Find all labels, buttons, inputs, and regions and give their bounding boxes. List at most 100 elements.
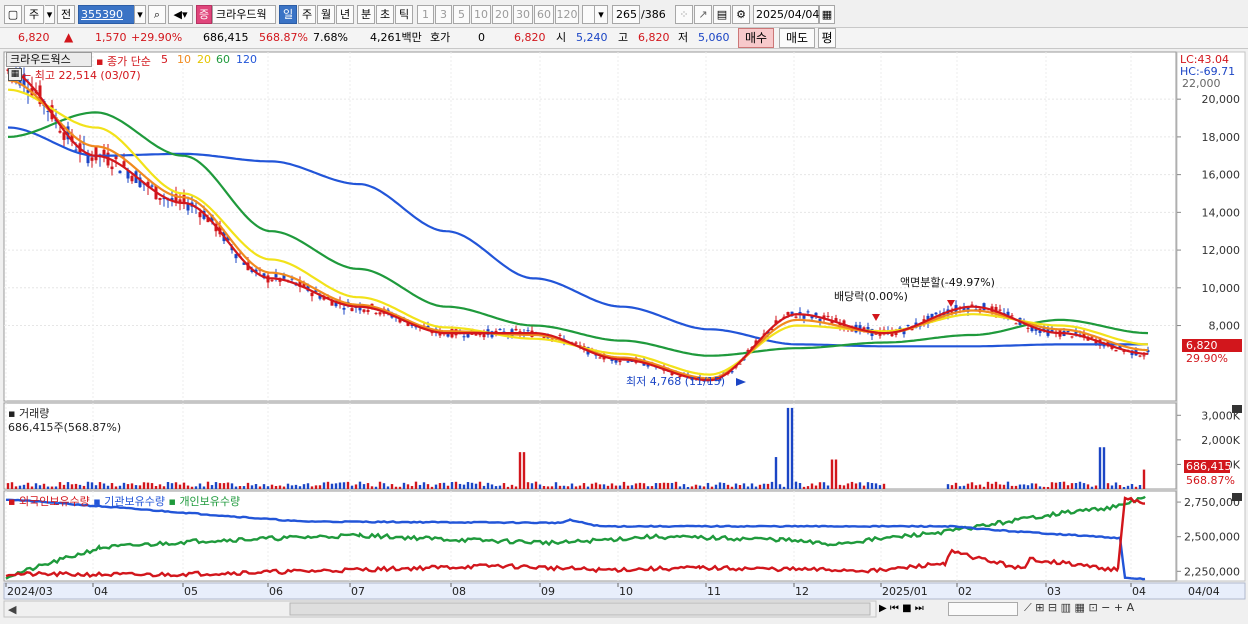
volume-bar xyxy=(54,486,58,489)
candle-body xyxy=(462,336,466,338)
market-select[interactable]: 주 xyxy=(24,5,44,24)
volume-bar xyxy=(242,486,246,489)
zoom-slider[interactable] xyxy=(948,602,1018,616)
scrollbar-thumb[interactable] xyxy=(289,602,871,616)
volume-bar xyxy=(398,486,402,489)
legend-institution-text: 기관보유수량 xyxy=(104,495,165,508)
volume-bar xyxy=(418,484,422,489)
range-5[interactable]: 5 xyxy=(453,5,470,24)
candle-body xyxy=(1010,315,1014,317)
volume-bar xyxy=(158,484,162,489)
ruler-icon[interactable]: ⊞ xyxy=(1035,601,1044,614)
volume-bar xyxy=(1018,484,1022,489)
legend-institution[interactable]: ▪ 기관보유수량 xyxy=(93,495,165,508)
period-year[interactable]: 년 xyxy=(336,5,354,24)
rewind-icon[interactable]: ⏮ xyxy=(890,603,899,614)
layout-icon[interactable]: ▥ xyxy=(1061,601,1071,614)
legend-individual[interactable]: ▪ 개인보유수량 xyxy=(168,495,240,508)
holdings-y-tick: 2,500,000 xyxy=(1184,531,1240,544)
play-icon[interactable]: ▶ xyxy=(879,603,887,614)
candle-body xyxy=(58,130,62,133)
code-dropdown-icon[interactable]: ▾ xyxy=(134,5,146,24)
range-30[interactable]: 30 xyxy=(513,5,533,24)
auto-scale-icon[interactable]: A xyxy=(1127,601,1135,614)
balance-button[interactable]: 평 xyxy=(818,28,836,48)
range-60[interactable]: 60 xyxy=(534,5,554,24)
ma-5-label[interactable]: 5 xyxy=(161,53,168,66)
period-minute[interactable]: 분 xyxy=(357,5,375,24)
scroll-left-icon[interactable]: ◀ xyxy=(8,603,17,616)
period-day[interactable]: 일 xyxy=(279,5,297,24)
holdings-collapse-icon[interactable] xyxy=(1232,493,1242,501)
market-dropdown-icon[interactable]: ▾ xyxy=(45,5,55,24)
range-3[interactable]: 3 xyxy=(435,5,452,24)
volume-bar xyxy=(526,482,530,489)
save-icon[interactable]: ▤ xyxy=(713,5,731,24)
stop-icon[interactable]: ■ xyxy=(902,603,911,614)
candle-body xyxy=(826,315,830,317)
volume-bar xyxy=(330,483,334,489)
high-label: 고 xyxy=(618,31,629,44)
volume-collapse-icon[interactable] xyxy=(1232,405,1242,413)
draw-tool-icon[interactable]: ↗ xyxy=(694,5,712,24)
volume-bar xyxy=(410,486,414,489)
volume-bar xyxy=(306,483,310,489)
speaker-icon[interactable]: ◀▾ xyxy=(168,5,193,24)
volume-bar xyxy=(522,452,526,489)
search-icon[interactable]: ⌕ xyxy=(148,5,166,24)
volume-bar xyxy=(602,484,606,489)
volume-bar xyxy=(1030,483,1034,489)
candle-body xyxy=(1114,349,1118,352)
sell-button[interactable]: 매도 xyxy=(779,28,815,48)
ma-10-label[interactable]: 10 xyxy=(177,53,191,66)
volume-bar xyxy=(654,483,658,489)
ma-20-label[interactable]: 20 xyxy=(197,53,211,66)
volume-bar xyxy=(594,482,598,489)
range-10[interactable]: 10 xyxy=(471,5,491,24)
period-month[interactable]: 월 xyxy=(317,5,335,24)
volume-bar xyxy=(510,484,514,489)
ma-120-label[interactable]: 120 xyxy=(236,53,257,66)
volume-bar xyxy=(314,485,318,489)
zoom-in-icon[interactable]: + xyxy=(1114,601,1123,614)
candle-body xyxy=(366,309,370,312)
zoom-out-icon[interactable]: − xyxy=(1101,601,1110,614)
stock-code-input[interactable]: 355390 xyxy=(78,5,136,24)
ma-60-label[interactable]: 60 xyxy=(216,53,230,66)
gear-icon[interactable]: ⚙ xyxy=(732,5,750,24)
calendar-icon[interactable]: ▦ xyxy=(819,5,835,24)
volume-bar xyxy=(22,484,26,489)
compare-icon[interactable]: ⊟ xyxy=(1048,601,1057,614)
low-annotation: 최저 4,768 (11/15) xyxy=(626,375,726,388)
candle-body xyxy=(498,329,502,331)
volume-bar xyxy=(1130,484,1134,489)
range-120[interactable]: 120 xyxy=(555,5,579,24)
magnet-icon[interactable]: ⊡ xyxy=(1088,601,1097,614)
period-second[interactable]: 초 xyxy=(376,5,394,24)
range-1[interactable]: 1 xyxy=(417,5,434,24)
legend-foreign[interactable]: ▪ 외국인보유수량 xyxy=(8,495,90,508)
volume-bar xyxy=(718,482,722,489)
range-dropdown-icon[interactable]: ▾ xyxy=(594,5,608,24)
prev-select[interactable]: 전 xyxy=(57,5,75,24)
draw-line-icon[interactable]: ⟋ xyxy=(1024,601,1032,614)
volume-bar xyxy=(202,486,206,489)
range-20[interactable]: 20 xyxy=(492,5,512,24)
grid-toggle-icon[interactable]: ▦ xyxy=(1075,601,1085,614)
buy-button[interactable]: 매수 xyxy=(738,28,774,48)
period-tick[interactable]: 틱 xyxy=(395,5,413,24)
volume-bar xyxy=(694,484,698,489)
chart-canvas[interactable]: 20,000 18,000 16,000 14,000 12,000 10,000 8,00… xyxy=(0,50,1248,621)
panel-toggle-icon[interactable]: ▦ xyxy=(8,68,22,81)
volume-bar xyxy=(998,484,1002,489)
grid-icon[interactable]: ⁘ xyxy=(675,5,693,24)
volume-bar xyxy=(254,484,258,489)
menu-icon[interactable]: ▢ xyxy=(4,5,22,24)
volume-bar xyxy=(550,486,554,489)
count-input[interactable]: 265 xyxy=(612,5,640,24)
forward-icon[interactable]: ⏭ xyxy=(915,603,924,614)
period-week[interactable]: 주 xyxy=(298,5,316,24)
date-input[interactable]: 2025/04/04 xyxy=(753,5,819,24)
x-tick-label: 2025/01 xyxy=(882,585,928,598)
stock-label[interactable]: 크라우드웍스 xyxy=(6,52,92,67)
